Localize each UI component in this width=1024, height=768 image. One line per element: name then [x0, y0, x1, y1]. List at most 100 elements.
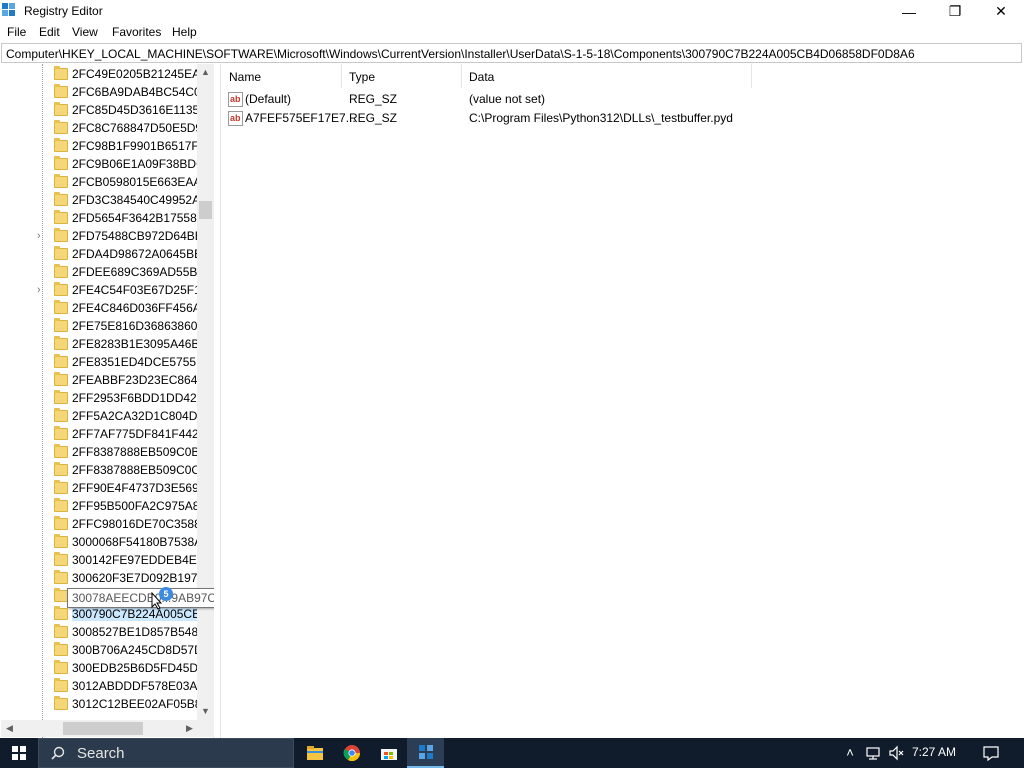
folder-icon [54, 678, 68, 692]
registry-editor-window: Registry Editor — ❐ ✕ File Edit View Fav… [0, 0, 1024, 738]
tree-item-label: 2FE8351ED4DCE5755B30 [72, 355, 198, 369]
menu-favorites[interactable]: Favorites [112, 25, 161, 39]
tree-item[interactable]: 2FC9B06E1A09F38BDC1 [1, 155, 198, 173]
taskbar-clock[interactable]: 7:27 AM [912, 745, 956, 759]
tree-item[interactable]: 2FC98B1F9901B6517FC0 [1, 137, 198, 155]
scroll-left-icon[interactable]: ◀ [1, 720, 18, 737]
scroll-thumb[interactable] [199, 201, 212, 219]
tree-item-label: 3012ABDDDF578E03A94 [72, 679, 198, 693]
column-header-data[interactable]: Data [461, 64, 751, 88]
maximize-button[interactable]: ❐ [932, 0, 978, 23]
tree-item-label: 300620F3E7D092B1970E [72, 571, 198, 585]
scroll-up-icon[interactable]: ▲ [197, 64, 214, 81]
tree-item-label: 2FF8387888EB509C0CF1 [72, 463, 198, 477]
value-row[interactable]: ab (Default) REG_SZ (value not set) [221, 90, 1024, 109]
taskbar-store[interactable] [370, 738, 407, 768]
volume-muted-icon[interactable] [888, 745, 904, 761]
value-data: C:\Program Files\Python312\DLLs\_testbuf… [469, 111, 733, 125]
start-button[interactable] [0, 738, 38, 768]
close-button[interactable]: ✕ [978, 0, 1024, 23]
taskbar-file-explorer[interactable] [296, 738, 333, 768]
menu-help[interactable]: Help [172, 25, 197, 39]
folder-icon [54, 570, 68, 584]
folder-icon [54, 588, 68, 602]
tree-vertical-scrollbar[interactable]: ▲ ▼ [197, 64, 214, 720]
menu-view[interactable]: View [72, 25, 98, 39]
tree-item[interactable]: 300142FE97EDDEB4E9D8 [1, 551, 198, 569]
search-placeholder: Search [77, 745, 125, 762]
tree-item[interactable]: 2FC49E0205B21245EA06 [1, 65, 198, 83]
tree-item[interactable]: 2FF7AF775DF841F4428D [1, 425, 198, 443]
value-row[interactable]: ab A7FEF575EF17E7... REG_SZ C:\Program File… [221, 109, 1024, 128]
tree-item[interactable]: 3012ABDDDF578E03A94 [1, 677, 198, 695]
tree-item[interactable]: 3012C12BEE02AF05B8BE [1, 695, 198, 713]
tree-item[interactable]: 2FCB0598015E663EAA90 [1, 173, 198, 191]
folder-icon [54, 300, 68, 314]
tree-item[interactable]: 2FE8283B1E3095A46B2F [1, 335, 198, 353]
tree-item[interactable]: 2FD3C384540C49952A30 [1, 191, 198, 209]
tree-item[interactable]: 2FFC98016DE70C3588AI [1, 515, 198, 533]
taskbar-chrome[interactable] [333, 738, 370, 768]
column-header-name[interactable]: Name [221, 64, 341, 88]
tree-item[interactable]: 300620F3E7D092B1970E [1, 569, 198, 587]
expand-chevron-icon[interactable]: › [37, 284, 47, 296]
folder-icon [54, 66, 68, 80]
values-list[interactable]: Name Type Data ab (Default) REG_SZ (value n… [220, 64, 1024, 738]
tree-item[interactable]: 2FF8387888EB509C0CF1 [1, 461, 198, 479]
tree-item[interactable]: 2FC6BA9DAB4BC54C02 [1, 83, 198, 101]
tree-item-label: 2FC98B1F9901B6517FC0 [72, 139, 198, 153]
tree-item[interactable]: 3008527BE1D857B54835 [1, 623, 198, 641]
tree-item[interactable]: 2FD5654F3642B175587F [1, 209, 198, 227]
network-icon[interactable] [865, 745, 881, 761]
tree-item[interactable]: 300B706A245CD8D57D5 [1, 641, 198, 659]
tree-item[interactable]: 2FE4C846D036FF456AEA [1, 299, 198, 317]
tree-item[interactable]: 2FF95B500FA2C975A8E7 [1, 497, 198, 515]
minimize-button[interactable]: — [886, 0, 932, 23]
tree-item-label: 2FD5654F3642B175587F [72, 211, 198, 225]
folder-icon [54, 264, 68, 278]
tree-item-label: 2FC85D45D3616E1135F0 [72, 103, 198, 117]
folder-icon [54, 210, 68, 224]
taskbar-search[interactable]: Search [38, 738, 294, 768]
hscroll-thumb[interactable] [63, 722, 143, 735]
folder-icon [54, 156, 68, 170]
registry-editor-icon [418, 745, 433, 759]
tree-item-label: 2FDEE689C369AD55B84 [72, 265, 198, 279]
tree-item[interactable]: 2FC85D45D3616E1135F0 [1, 101, 198, 119]
string-value-icon: ab [228, 92, 243, 107]
key-tree[interactable]: 2FC49E0205B21245EA06 2FC6BA9DAB4BC54C02 2F… [1, 64, 214, 738]
column-header-type[interactable]: Type [341, 64, 461, 88]
tree-item[interactable]: 2FF5A2CA32D1C804DA [1, 407, 198, 425]
tree-item[interactable]: 2FDEE689C369AD55B84 [1, 263, 198, 281]
tree-item[interactable]: 2FF8387888EB509C0BF1 [1, 443, 198, 461]
tree-item[interactable]: 2FE75E816D368638602E [1, 317, 198, 335]
tree-item[interactable]: 2FF2953F6BDD1DD4293 [1, 389, 198, 407]
tree-item-label: 2FC49E0205B21245EA06 [72, 67, 198, 81]
expand-chevron-icon[interactable]: › [37, 230, 47, 242]
show-hidden-icons-chevron-up-icon[interactable]: ˄ [842, 745, 858, 761]
menu-file[interactable]: File [7, 25, 26, 39]
scroll-down-icon[interactable]: ▼ [197, 703, 214, 720]
tree-item[interactable]: › 2FD75488CB972D64BBD [1, 227, 198, 245]
tree-item[interactable]: 300EDB25B6D5FD45D8B [1, 659, 198, 677]
taskbar-registry-editor[interactable] [407, 738, 444, 768]
tree-horizontal-scrollbar[interactable]: ◀ ▶ [1, 720, 214, 737]
folder-icon [54, 660, 68, 674]
scroll-right-icon[interactable]: ▶ [181, 720, 198, 737]
folder-icon [54, 246, 68, 260]
tree-item[interactable]: 2FF90E4F4737D3E569DC [1, 479, 198, 497]
menu-edit[interactable]: Edit [39, 25, 60, 39]
tree-item[interactable]: › 2FE4C54F03E67D25F1AE [1, 281, 198, 299]
address-path: Computer\HKEY_LOCAL_MACHINE\SOFTWARE\Mic… [6, 47, 915, 61]
tree-item[interactable]: 2FC8C768847D50E5D904 [1, 119, 198, 137]
action-center-notification-icon[interactable] [983, 745, 999, 761]
value-name: A7FEF575EF17E7... [245, 111, 356, 125]
address-bar[interactable]: Computer\HKEY_LOCAL_MACHINE\SOFTWARE\Mic… [1, 43, 1022, 63]
folder-icon [54, 516, 68, 530]
tree-item[interactable]: 2FEABBF23D23EC8644A [1, 371, 198, 389]
folder-icon [54, 120, 68, 134]
tree-item[interactable]: 2FDA4D98672A0645BBE [1, 245, 198, 263]
tree-item[interactable]: 2FE8351ED4DCE5755B30 [1, 353, 198, 371]
tree-item[interactable]: 3000068F54180B7538AD [1, 533, 198, 551]
folder-icon [54, 174, 68, 188]
